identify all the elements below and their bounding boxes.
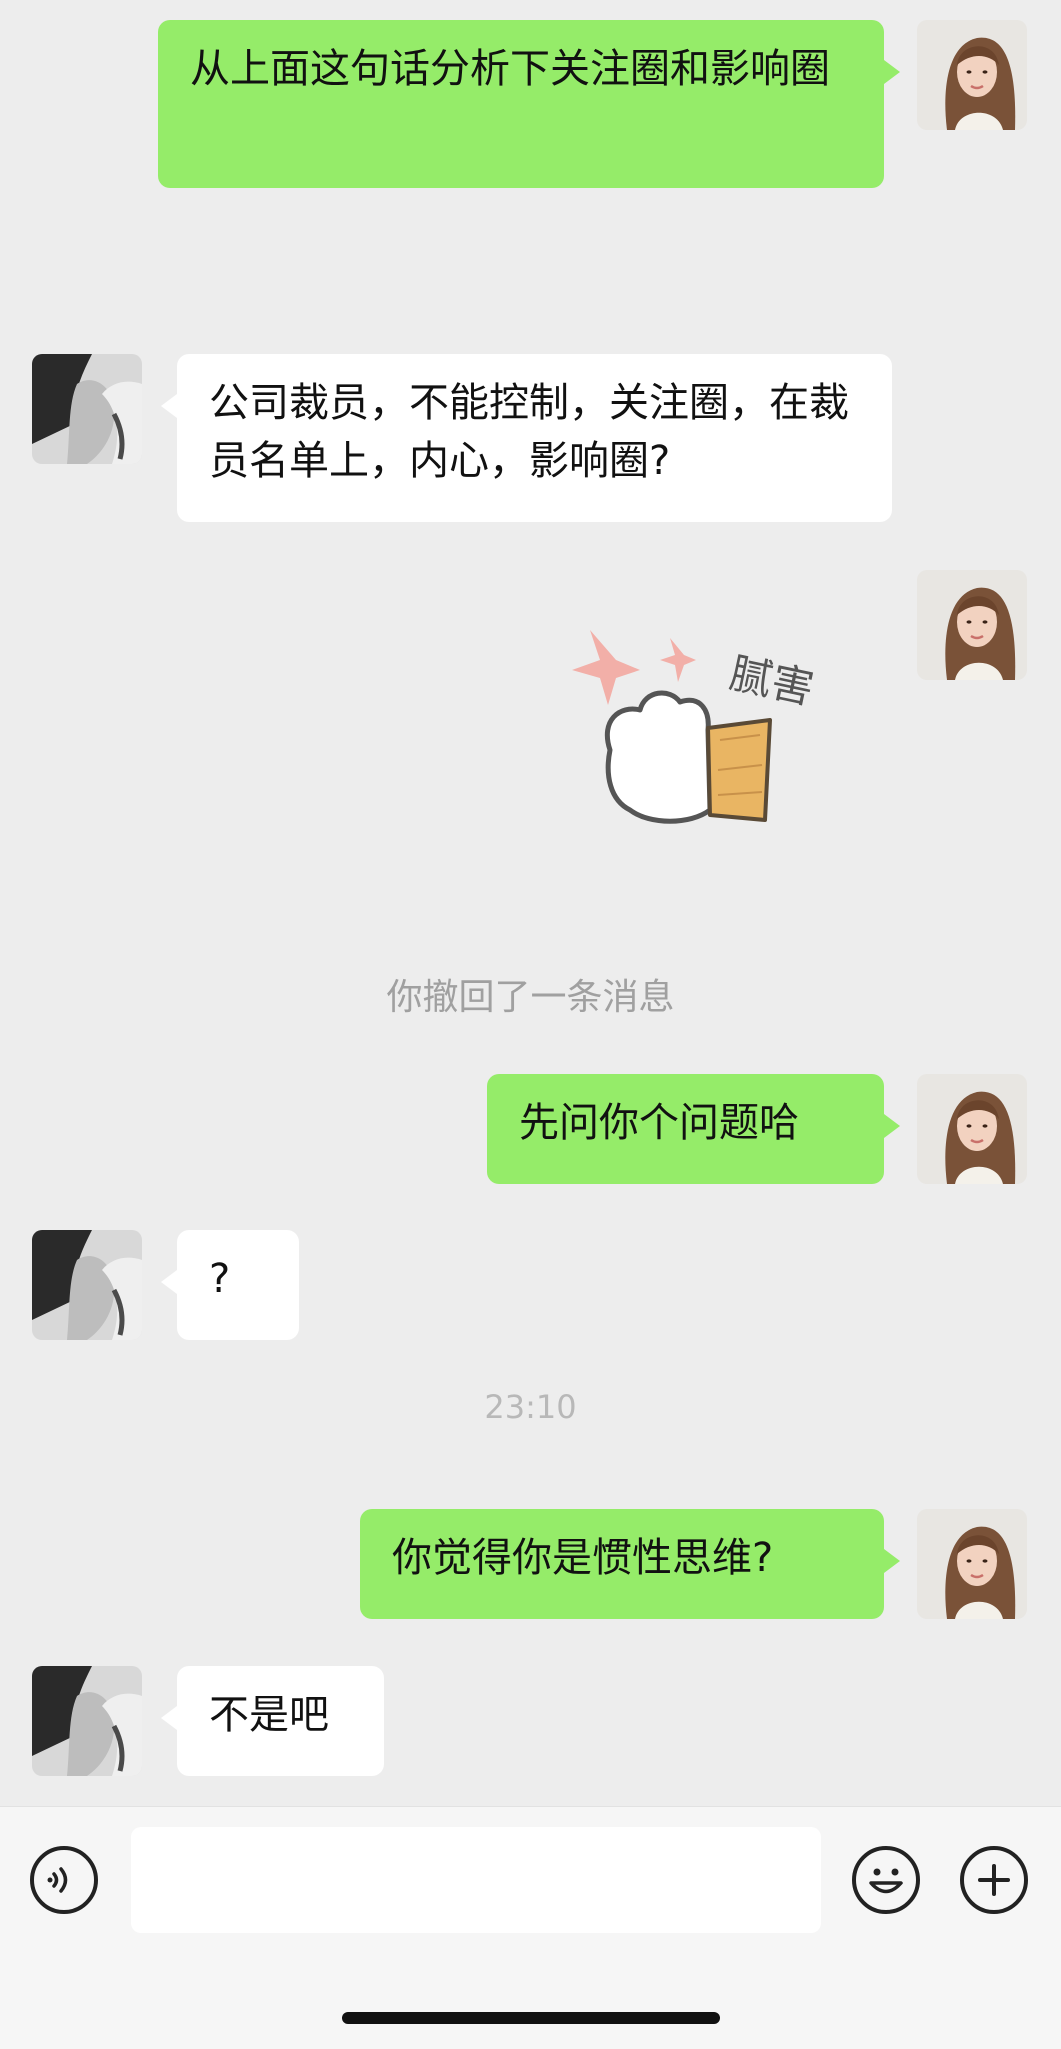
my-message-bubble[interactable]: 你觉得你是惯性思维?: [360, 1509, 900, 1619]
my-message-bubble[interactable]: 从上面这句话分析下关注圈和影响圈: [158, 20, 900, 188]
my-avatar[interactable]: [917, 20, 1027, 130]
plus-icon: [978, 1864, 1010, 1896]
recalled-text: 你撤回了一条消息: [386, 977, 675, 1018]
emoji-button[interactable]: [852, 1846, 920, 1914]
message-text: 不是吧: [209, 1692, 329, 1738]
emoji-icon: [869, 1868, 903, 1894]
contact-message-bubble[interactable]: 公司裁员，不能控制，关注圈，在裁员名单上，内心，影响圈?: [161, 354, 892, 522]
home-indicator[interactable]: [342, 2012, 720, 2024]
contact-avatar[interactable]: [32, 1230, 142, 1340]
my-message-bubble[interactable]: 先问你个问题哈: [487, 1074, 900, 1184]
timestamp-text: 23:10: [484, 1388, 577, 1426]
timestamp: 23:10: [0, 1388, 1061, 1426]
contact-avatar[interactable]: [32, 354, 142, 464]
more-button[interactable]: [960, 1846, 1028, 1914]
recalled-notice: 你撤回了一条消息: [0, 968, 1061, 1020]
my-avatar[interactable]: [917, 1074, 1027, 1184]
contact-avatar[interactable]: [32, 1666, 142, 1776]
message-text: 你觉得你是惯性思维?: [392, 1535, 774, 1581]
contact-message-bubble[interactable]: 不是吧: [161, 1666, 384, 1776]
sticker-caption: 腻害: [726, 648, 818, 713]
voice-button[interactable]: [30, 1846, 98, 1914]
message-input[interactable]: [131, 1827, 821, 1933]
contact-message-bubble[interactable]: ?: [161, 1230, 299, 1340]
message-text: 先问你个问题哈: [519, 1100, 799, 1146]
message-text: ?: [209, 1256, 231, 1302]
message-text: 从上面这句话分析下关注圈和影响圈: [190, 46, 830, 92]
thumbs-up-sticker-image: 腻害: [572, 630, 818, 824]
message-text: 公司裁员，不能控制，关注圈，在裁员名单上，内心，影响圈?: [209, 380, 849, 484]
my-avatar[interactable]: [917, 1509, 1027, 1619]
sticker-message[interactable]: 腻害: [560, 610, 860, 870]
my-avatar[interactable]: [917, 570, 1027, 680]
voice-icon: [47, 1867, 68, 1893]
